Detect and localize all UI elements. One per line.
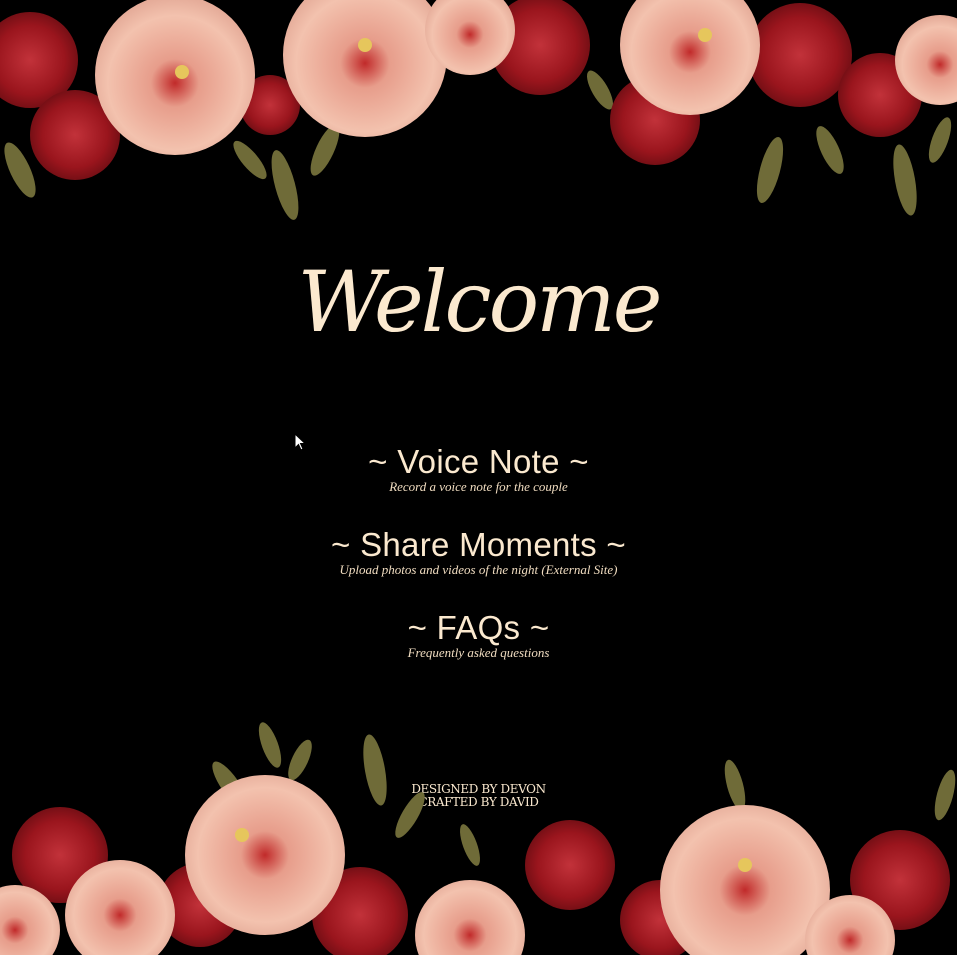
floral-border-icon xyxy=(0,0,957,220)
top-floral-border xyxy=(0,0,957,240)
share-moments-title: ~ Share Moments ~ xyxy=(331,526,626,563)
floral-border-icon xyxy=(0,722,956,955)
welcome-title: Welcome xyxy=(297,253,662,351)
faqs-title: ~ FAQs ~ xyxy=(407,609,550,646)
bottom-floral-border xyxy=(0,715,957,955)
mouse-pointer-icon xyxy=(294,433,307,451)
voice-note-link[interactable]: ~ Voice Note ~ Record a voice note for t… xyxy=(0,442,957,495)
share-moments-link[interactable]: ~ Share Moments ~ Upload photos and vide… xyxy=(0,525,957,578)
voice-note-subtitle: Record a voice note for the couple xyxy=(389,479,568,494)
faqs-subtitle: Frequently asked questions xyxy=(407,645,550,660)
faqs-link[interactable]: ~ FAQs ~ Frequently asked questions xyxy=(0,608,957,661)
voice-note-title: ~ Voice Note ~ xyxy=(368,443,589,480)
share-moments-subtitle: Upload photos and videos of the night (E… xyxy=(339,562,618,577)
